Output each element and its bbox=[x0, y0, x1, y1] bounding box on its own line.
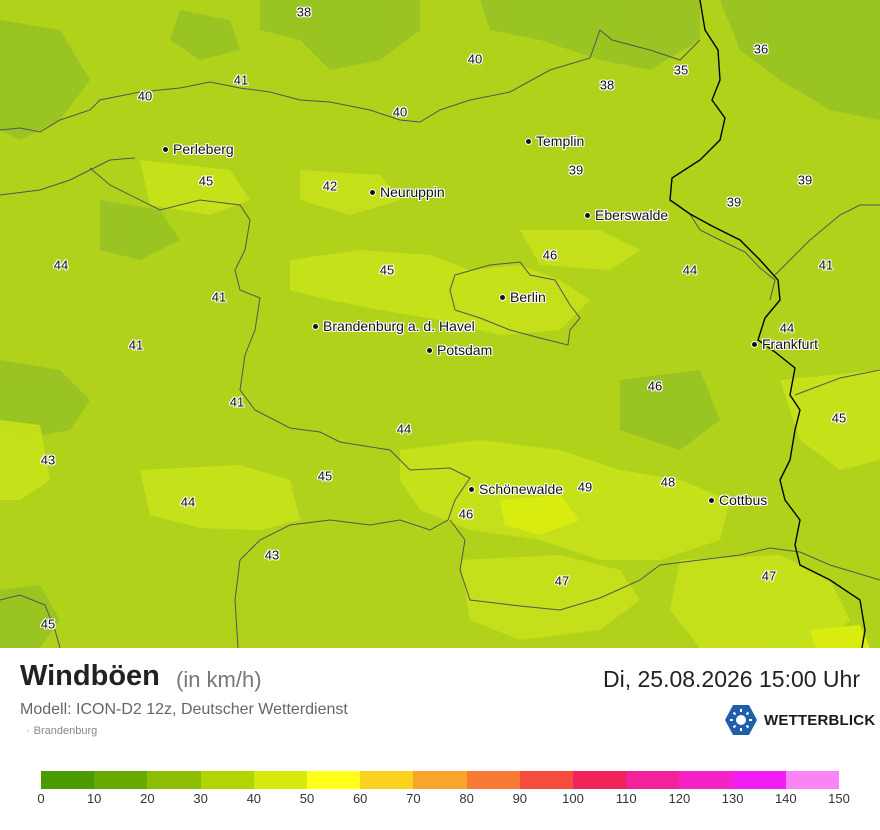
logo-icon bbox=[725, 705, 757, 735]
city-marker bbox=[585, 212, 590, 218]
scale-segment bbox=[519, 771, 574, 789]
scale-tick-label: 0 bbox=[37, 791, 45, 806]
gust-value: 39 bbox=[568, 162, 584, 178]
gust-value: 36 bbox=[753, 41, 769, 57]
gust-value: 49 bbox=[577, 479, 593, 495]
city-marker bbox=[370, 189, 375, 195]
region-name: Brandenburg bbox=[33, 725, 98, 737]
gust-value: 41 bbox=[233, 72, 249, 88]
gust-value: 41 bbox=[128, 337, 144, 353]
city-marker bbox=[752, 341, 757, 347]
scale-segment bbox=[626, 771, 680, 789]
scale-tick-label: 100 bbox=[562, 791, 584, 806]
scale-tick-label: 150 bbox=[828, 791, 850, 806]
gust-value: 45 bbox=[379, 262, 395, 278]
scale-segment bbox=[573, 771, 627, 789]
wetterblick-logo: WETTERBLICK bbox=[724, 703, 875, 737]
gust-value: 46 bbox=[542, 247, 558, 263]
gust-value: 44 bbox=[682, 262, 698, 278]
gust-value: 40 bbox=[392, 104, 408, 120]
scale-tick-label: 20 bbox=[140, 791, 155, 806]
gust-value: 46 bbox=[647, 378, 663, 394]
gust-value: 38 bbox=[599, 77, 615, 93]
scale-segment bbox=[466, 771, 520, 789]
model-info: Modell: ICON-D2 12z, Deutscher Wetterdie… bbox=[20, 701, 348, 718]
city-neuruppin: Neuruppin bbox=[370, 185, 445, 199]
city-eberswalde: Eberswalde bbox=[585, 208, 668, 222]
gust-value: 44 bbox=[396, 421, 412, 437]
forecast-datetime: Di, 25.08.2026 15:00 Uhr bbox=[602, 666, 860, 692]
scale-tick-label: 130 bbox=[721, 791, 744, 806]
city-cottbus: Cottbus bbox=[709, 493, 767, 507]
gust-value: 44 bbox=[180, 494, 196, 510]
scale-tick-label: 120 bbox=[668, 791, 691, 806]
scale-tick-label: 30 bbox=[193, 791, 208, 806]
unit-label: (in km/h) bbox=[176, 667, 262, 692]
gust-value: 42 bbox=[322, 178, 338, 194]
scale-segment bbox=[360, 771, 414, 789]
city-brandenburg-havel: Brandenburg a. d. Havel bbox=[313, 319, 475, 333]
city-schoenewalde: Schönewalde bbox=[469, 482, 563, 496]
scale-segment bbox=[41, 771, 95, 789]
scale-segment bbox=[147, 771, 201, 789]
region-label: · Brandenburg bbox=[26, 725, 98, 737]
gust-value: 44 bbox=[779, 320, 795, 336]
scale-tick-label: 50 bbox=[299, 791, 315, 806]
gust-value: 47 bbox=[554, 573, 570, 589]
city-marker bbox=[526, 138, 531, 144]
gust-value: 45 bbox=[831, 410, 847, 426]
gust-value: 46 bbox=[458, 506, 474, 522]
city-berlin: Berlin bbox=[500, 290, 546, 304]
scale-tick-label: 140 bbox=[774, 791, 797, 806]
gust-value: 45 bbox=[40, 616, 56, 632]
scale-tick-label: 80 bbox=[459, 791, 474, 806]
scale-tick-label: 70 bbox=[406, 791, 421, 806]
scale-segment bbox=[307, 771, 361, 789]
scale-tick-label: 40 bbox=[246, 791, 262, 806]
scale-segment bbox=[679, 771, 733, 789]
gust-value: 40 bbox=[137, 88, 153, 104]
wind-gust-map: Perleberg Templin Neuruppin Eberswalde B… bbox=[0, 0, 880, 648]
scale-segment bbox=[413, 771, 467, 789]
gust-value: 44 bbox=[53, 257, 69, 273]
gust-value: 41 bbox=[818, 257, 834, 273]
scale-segment bbox=[94, 771, 148, 789]
scale-segment bbox=[785, 771, 840, 789]
scale-tick-label: 90 bbox=[512, 791, 528, 806]
gust-value: 41 bbox=[211, 289, 227, 305]
city-marker bbox=[427, 347, 432, 353]
gust-value: 40 bbox=[467, 51, 483, 67]
city-potsdam: Potsdam bbox=[427, 343, 492, 357]
city-marker bbox=[163, 146, 168, 152]
city-frankfurt: Frankfurt bbox=[752, 337, 818, 351]
scale-segment bbox=[253, 771, 308, 789]
scale-tick-label: 110 bbox=[615, 791, 637, 806]
scale-segment bbox=[200, 771, 254, 789]
gust-value: 41 bbox=[229, 394, 245, 410]
gust-value: 39 bbox=[797, 172, 813, 188]
map-title: Windböen bbox=[20, 660, 160, 692]
gust-value: 43 bbox=[40, 452, 56, 468]
gust-value: 48 bbox=[660, 474, 676, 490]
scale-tick-label: 60 bbox=[352, 791, 368, 806]
gust-value: 47 bbox=[761, 568, 777, 584]
city-marker bbox=[313, 323, 318, 329]
city-templin: Templin bbox=[526, 134, 584, 148]
scale-tick-label: 10 bbox=[86, 791, 102, 806]
city-marker bbox=[709, 497, 714, 503]
city-marker bbox=[469, 486, 474, 492]
gust-value: 45 bbox=[317, 468, 333, 484]
gust-value: 43 bbox=[264, 547, 280, 563]
color-scale-ticks: 0 10 20 30 40 50 60 70 80 90 100 110 120 130 140 150 bbox=[0, 791, 880, 811]
color-scale bbox=[41, 771, 840, 789]
city-marker bbox=[500, 294, 505, 300]
gust-value: 35 bbox=[673, 62, 689, 78]
logo-text: WETTERBLICK bbox=[764, 711, 876, 729]
gust-value: 38 bbox=[296, 4, 312, 20]
gust-value: 45 bbox=[198, 173, 214, 189]
city-perleberg: Perleberg bbox=[163, 142, 234, 156]
gust-value: 39 bbox=[726, 194, 742, 210]
scale-segment bbox=[732, 771, 786, 789]
